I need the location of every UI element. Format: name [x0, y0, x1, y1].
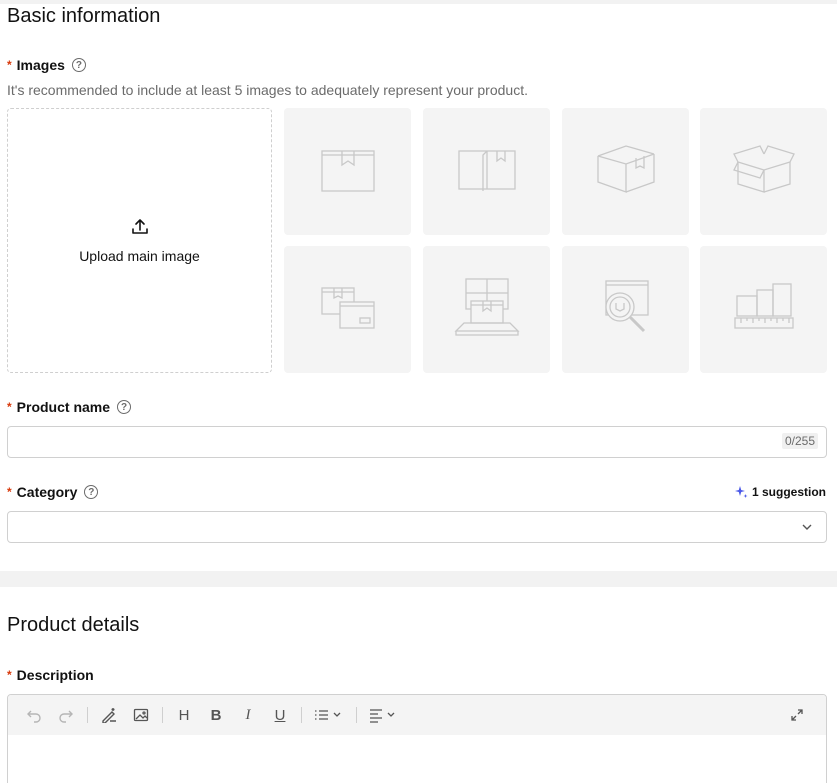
box-with-label-icon: [320, 284, 376, 335]
section-divider: [0, 571, 837, 587]
underline-button[interactable]: U: [269, 704, 291, 726]
product-name-label-text: Product name: [16, 399, 111, 415]
upload-main-image-button[interactable]: Upload main image: [7, 108, 272, 373]
toolbar-separator: [162, 707, 163, 723]
list-dropdown-icon[interactable]: [312, 704, 346, 726]
image-slot-4[interactable]: [700, 108, 827, 235]
help-icon[interactable]: ?: [84, 485, 99, 499]
undo-icon[interactable]: [23, 704, 45, 726]
box-magnify-icon: [598, 279, 654, 340]
magic-pen-icon[interactable]: [98, 704, 120, 726]
box-measure-icon: [733, 282, 795, 337]
box-on-scale-icon: [453, 277, 520, 342]
box-front-icon: [320, 145, 376, 198]
heading-button[interactable]: H: [173, 704, 195, 726]
toolbar-separator: [301, 707, 302, 723]
box-open-top-icon: [732, 144, 796, 199]
redo-icon[interactable]: [55, 704, 77, 726]
images-label: * Images ?: [7, 57, 86, 73]
image-slot-5[interactable]: [284, 246, 411, 373]
category-select[interactable]: [7, 511, 827, 543]
top-divider: [0, 0, 837, 4]
help-icon[interactable]: ?: [117, 400, 132, 414]
description-label-text: Description: [16, 667, 94, 683]
suggestion-text: 1 suggestion: [751, 485, 826, 499]
upload-label: Upload main image: [79, 248, 200, 264]
image-slot-6[interactable]: [423, 246, 550, 373]
required-marker: *: [7, 485, 12, 499]
toolbar-separator: [356, 707, 357, 723]
bold-button[interactable]: B: [205, 704, 227, 726]
box-open-front-icon: [457, 147, 517, 196]
box-angle-icon: [596, 144, 656, 199]
expand-icon[interactable]: [786, 704, 808, 726]
image-slot-1[interactable]: [284, 108, 411, 235]
section-title-product-details: Product details: [7, 614, 140, 636]
section-title-basic-info: Basic information: [7, 5, 161, 27]
image-insert-icon[interactable]: [130, 704, 152, 726]
image-slot-7[interactable]: [562, 246, 689, 373]
required-marker: *: [7, 58, 12, 72]
align-dropdown-icon[interactable]: [367, 704, 401, 726]
description-label: * Description: [7, 667, 94, 683]
image-slot-8[interactable]: [700, 246, 827, 373]
image-slot-2[interactable]: [423, 108, 550, 235]
sparkle-icon: [734, 485, 748, 499]
images-hint: It's recommended to include at least 5 i…: [7, 82, 528, 98]
toolbar-separator: [87, 707, 88, 723]
product-name-label: * Product name ?: [7, 399, 132, 415]
category-label-text: Category: [16, 484, 78, 500]
editor-toolbar: H B I U: [8, 695, 826, 735]
category-suggestion-link[interactable]: 1 suggestion: [734, 485, 826, 499]
italic-button[interactable]: I: [237, 704, 259, 726]
upload-icon: [130, 217, 150, 242]
category-label: * Category ?: [7, 484, 99, 500]
required-marker: *: [7, 400, 12, 414]
chevron-down-icon: [801, 521, 813, 533]
required-marker: *: [7, 668, 12, 682]
description-editor[interactable]: H B I U: [7, 694, 827, 783]
images-label-text: Images: [16, 57, 65, 73]
image-slot-3[interactable]: [562, 108, 689, 235]
product-name-input[interactable]: 0/255: [7, 426, 827, 458]
char-counter: 0/255: [781, 433, 818, 449]
help-icon[interactable]: ?: [71, 58, 86, 72]
